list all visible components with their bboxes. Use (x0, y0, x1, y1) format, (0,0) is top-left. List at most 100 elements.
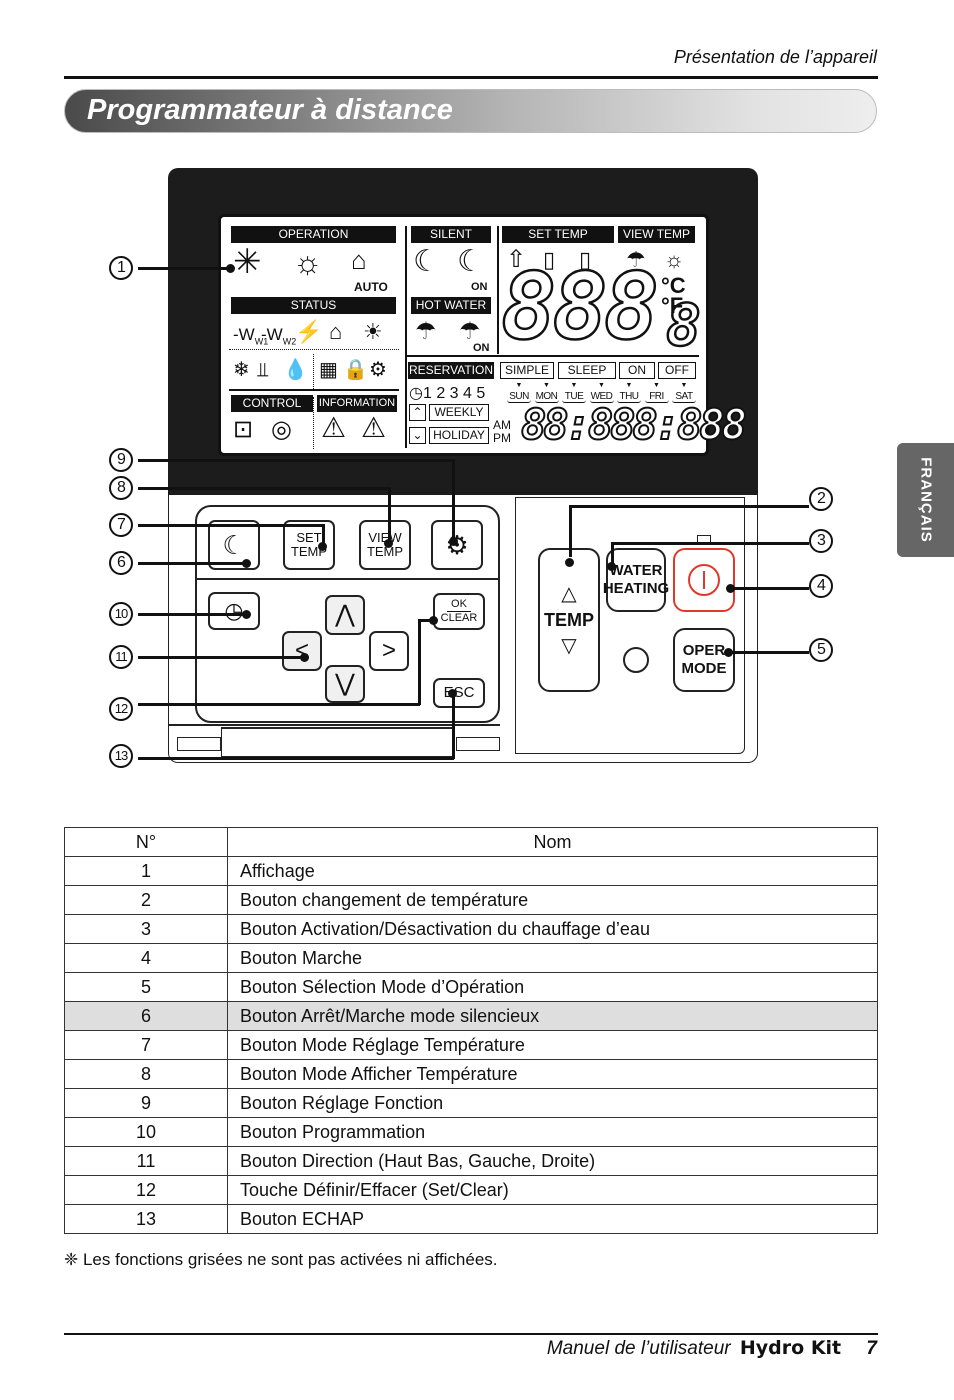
shower-icon: ☂ (415, 318, 437, 345)
ok-clear-button[interactable]: OK CLEAR (433, 593, 485, 630)
warning-icon: ⚠ (321, 412, 347, 443)
row-name: Bouton Mode Réglage Température (227, 1030, 878, 1060)
header-rule (64, 76, 878, 79)
down-button[interactable]: ⋁ (325, 665, 365, 703)
control-divider (229, 389, 399, 391)
status-label: STATUS (231, 297, 396, 314)
operation-label: OPERATION (231, 226, 396, 243)
set-temp-label: SET TEMP (502, 226, 614, 243)
chevron-down-icon: ⋁ (335, 670, 355, 697)
callout-12: 12 (109, 697, 133, 721)
control-label: CONTROL (231, 395, 313, 412)
leader-line-13v (452, 693, 455, 759)
row-number: 12 (64, 1175, 228, 1205)
footer-product: Hydro Kit (739, 1337, 842, 1359)
weekly-label: WEEKLY (429, 404, 489, 421)
page-number: 7 (866, 1338, 877, 1359)
simple-label: SIMPLE (500, 362, 554, 379)
silent-label: SILENT (411, 226, 491, 243)
off-timer-label: OFF (658, 362, 696, 379)
row-name: Touche Définir/Effacer (Set/Clear) (227, 1175, 878, 1205)
esc-button[interactable]: ESC (433, 678, 485, 708)
row-number: 5 (64, 972, 228, 1002)
chevron-right-icon: > (381, 637, 396, 664)
table-row: 4 Bouton Marche (64, 943, 878, 973)
row-number: 6 (64, 1001, 228, 1031)
leader-line-3 (611, 542, 809, 545)
chevron-up-icon: ⋀ (335, 601, 355, 628)
leader-dot-8 (384, 539, 393, 548)
triangle-down-icon: ▽ (561, 635, 577, 657)
table-row: 8 Bouton Mode Afficher Température (64, 1059, 878, 1089)
callout-1: 1 (109, 256, 133, 280)
dotted-divider-v (313, 354, 314, 389)
callout-10: 10 (109, 602, 133, 626)
leader-dot-3 (607, 562, 616, 571)
table-row: 12 Touche Définir/Effacer (Set/Clear) (64, 1175, 878, 1205)
parts-table: N° Nom 1 Affichage 2 Bouton changement de t… (64, 827, 878, 1234)
house-play-icon: ⌂ (329, 319, 343, 344)
down-arrow-indicator: ⌄ (409, 427, 426, 444)
leader-dot-10 (242, 610, 251, 619)
water-heating-button[interactable]: WATER HEATING (603, 548, 669, 612)
snowflake-cool-icon: ✳ (233, 243, 262, 281)
leader-line-9 (138, 459, 454, 462)
dotted-divider (229, 349, 399, 350)
leader-line-3v (611, 542, 614, 564)
program-button[interactable]: ◷ (208, 592, 260, 630)
pipe-defrost-icon: ⫫ (257, 359, 269, 381)
strip-line (168, 724, 500, 726)
view-temp-label: VIEW TEMP (618, 226, 695, 243)
leader-dot-13 (448, 689, 457, 698)
left-button[interactable]: < (282, 631, 322, 671)
column-header-name: Nom (227, 827, 878, 857)
callout-7: 7 (109, 513, 133, 537)
footer-manual: Manuel de l’utilisateur (546, 1338, 731, 1359)
temp-button[interactable]: △ TEMP ▽ (538, 548, 600, 692)
power-icon (688, 564, 720, 596)
right-button[interactable]: > (369, 631, 409, 671)
leader-line-8v (388, 487, 391, 543)
power-button[interactable] (673, 548, 735, 612)
weekday-marker-icon: ▼ (515, 382, 523, 389)
leader-line-11 (138, 656, 304, 659)
sun-play-icon: ☀ (363, 319, 383, 344)
pm-indicator: PM (493, 431, 511, 445)
time-digits: 88:888:888 (520, 400, 748, 449)
moon-silent-icon: ☾ (413, 245, 440, 278)
table-row: 1 Affichage (64, 856, 878, 886)
leader-line-13 (138, 757, 454, 760)
main-temp-digits: 888 (500, 253, 661, 360)
fahrenheit-indicator: °F (661, 293, 684, 318)
water-drop-icon: 💧 (283, 359, 308, 381)
leader-dot-1 (226, 264, 235, 273)
lock-icon: 🔒 (343, 359, 368, 381)
section-title: Présentation de l’appareil (673, 47, 877, 67)
warning-double-icon: ⚠ (361, 412, 387, 443)
page-title: Programmateur à distance (87, 94, 453, 126)
leader-line-9v (452, 459, 455, 541)
callout-9: 9 (109, 448, 133, 472)
row-number: 7 (64, 1030, 228, 1060)
function-setting-button[interactable]: ⚙ (431, 520, 483, 570)
slot-left (177, 737, 221, 751)
up-button[interactable]: ⋀ (325, 595, 365, 635)
leader-line-2v (569, 505, 572, 557)
heater-w2-icon: -WW2 (261, 325, 297, 347)
gear-disabled-icon: ⚙ (369, 359, 387, 381)
reservation-label: RESERVATION (408, 362, 494, 379)
clock-icon: ◷ (224, 598, 244, 623)
weekday-marker-icon: ▼ (543, 382, 550, 389)
leader-line-4 (730, 587, 809, 590)
leader-line-2 (569, 505, 809, 508)
oper-mode-button[interactable]: OPER MODE (673, 628, 735, 692)
weekday-marker-icon: ▼ (653, 382, 660, 389)
page-title-banner: Programmateur à distance (64, 89, 877, 133)
triangle-up-icon: △ (561, 583, 577, 605)
leader-line-5 (728, 651, 809, 654)
row-number: 13 (64, 1204, 228, 1234)
row-name: Bouton Réglage Fonction (227, 1088, 878, 1118)
leader-dot-7 (318, 542, 327, 551)
set-temp-button[interactable]: SET TEMP (283, 520, 335, 570)
leader-dot-11 (300, 653, 309, 662)
